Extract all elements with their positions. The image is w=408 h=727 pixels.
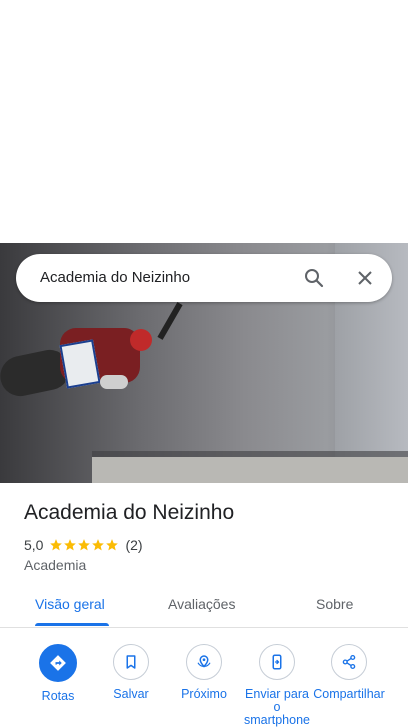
search-bar[interactable]: Academia do Neizinho	[16, 254, 392, 302]
star-icon	[64, 539, 77, 551]
search-input[interactable]: Academia do Neizinho	[40, 269, 190, 286]
nearby-icon	[186, 644, 222, 680]
save-label: Salvar	[113, 687, 149, 701]
share-button[interactable]: Compartilhar	[313, 644, 385, 701]
bookmark-icon	[113, 644, 149, 680]
share-icon	[331, 644, 367, 680]
save-button[interactable]: Salvar	[95, 644, 167, 701]
directions-icon	[39, 644, 77, 682]
star-icon	[92, 539, 105, 551]
tab-overview[interactable]: Visão geral	[35, 596, 105, 612]
directions-button[interactable]: Rotas	[22, 644, 94, 703]
search-icon[interactable]	[302, 266, 326, 290]
nearby-label: Próximo	[181, 687, 227, 701]
review-count[interactable]: (2)	[125, 537, 142, 553]
rating-stars	[49, 538, 119, 552]
place-title: Academia do Neizinho	[24, 501, 235, 524]
star-icon	[50, 539, 63, 551]
send-to-phone-icon	[259, 644, 295, 680]
tab-about[interactable]: Sobre	[316, 596, 353, 612]
nearby-button[interactable]: Próximo	[168, 644, 240, 701]
place-category[interactable]: Academia	[24, 557, 86, 573]
photo-motorcycle-light	[130, 329, 152, 351]
rating-row[interactable]: 5,0 (2)	[24, 537, 143, 553]
action-row: Rotas Salvar Próximo Enviar para o smart…	[0, 644, 408, 727]
rating-value: 5,0	[24, 537, 44, 553]
star-icon	[106, 539, 119, 551]
photo-motorcycle-handlebar	[157, 302, 183, 340]
tab-reviews[interactable]: Avaliações	[168, 596, 235, 612]
photo-motorcycle-exhaust	[100, 375, 128, 389]
tab-bar: Visão geral Avaliações Sobre	[0, 585, 408, 628]
photo-ledge	[92, 457, 408, 483]
directions-label: Rotas	[41, 689, 75, 703]
share-label: Compartilhar	[313, 687, 385, 701]
send-to-phone-label: Enviar para o smartphone	[243, 687, 310, 727]
send-to-phone-button[interactable]: Enviar para o smartphone	[241, 644, 313, 727]
close-icon[interactable]	[353, 266, 377, 290]
star-icon	[78, 539, 91, 551]
photo-license-plate	[59, 339, 101, 389]
active-tab-indicator	[35, 623, 109, 626]
